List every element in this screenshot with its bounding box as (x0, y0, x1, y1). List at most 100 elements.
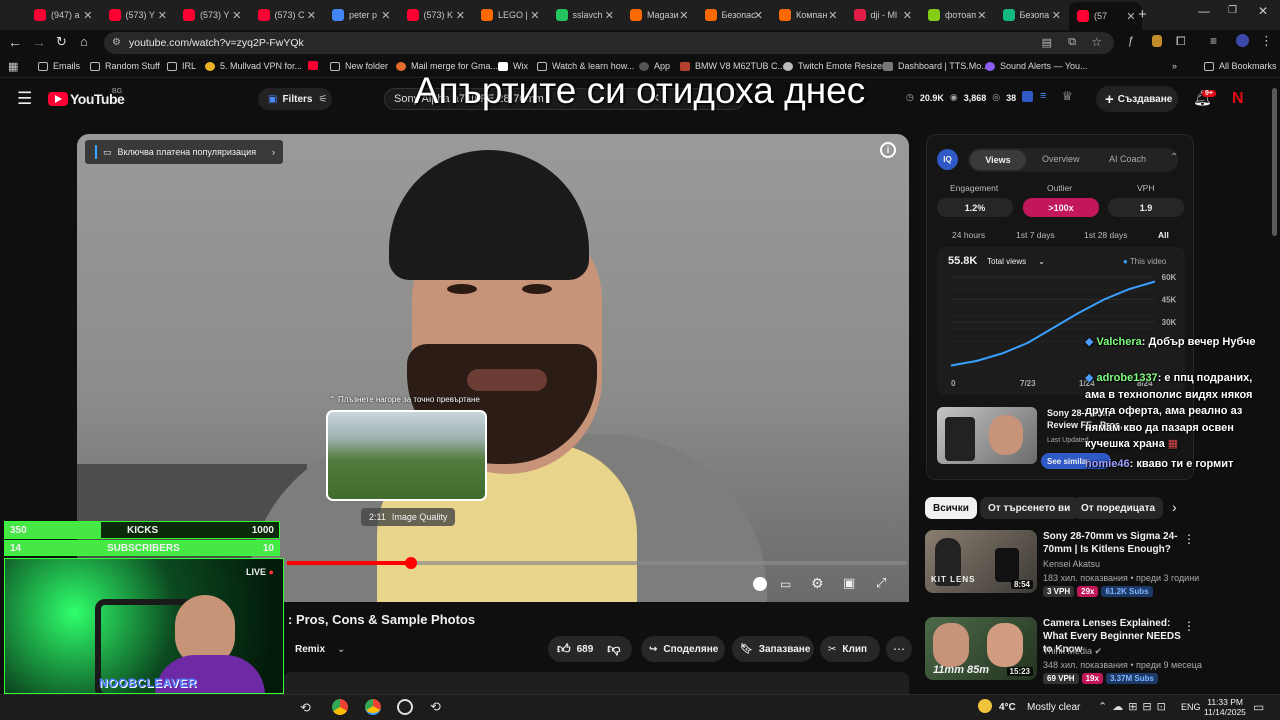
create-button[interactable]: + Създаване (1096, 86, 1178, 112)
tray-icons[interactable]: ⌃☁⊞⊟⊡ (1098, 700, 1171, 713)
vidiq-tab-views[interactable]: Views (970, 150, 1026, 170)
video-thumbnail[interactable]: 11mm 85m 15:23 (925, 617, 1037, 680)
back-icon[interactable]: ← (8, 34, 22, 50)
bookmark-all[interactable]: All Bookmarks (1204, 61, 1277, 71)
profile-avatar[interactable] (1236, 34, 1249, 47)
bookmark-irl[interactable]: IRL (167, 61, 196, 71)
reading-list-icon[interactable]: ≡ (1210, 34, 1217, 48)
tab-close-icon[interactable]: ✕ (530, 9, 539, 22)
bookmark-sound-alerts[interactable]: Sound Alerts — You... (985, 61, 1088, 71)
browser-tab[interactable]: Компан ✕ (771, 4, 844, 26)
trophy-icon[interactable]: ♕ (1062, 89, 1073, 103)
recommended-video-2[interactable]: 11mm 85m 15:23 Camera Lenses Explained: … (925, 617, 1275, 684)
filters-button[interactable]: ▣ Filters ⚟ (258, 88, 332, 110)
video-thumbnail[interactable]: KIT LENS 8:54 (925, 530, 1037, 593)
video-title[interactable]: Sony 28-70mm vs Sigma 24-70mm | Is Kitle… (1043, 530, 1183, 556)
info-icon[interactable]: i (880, 142, 896, 158)
bookmark-youtube[interactable] (308, 61, 323, 70)
description-box[interactable] (283, 672, 909, 694)
bookmark-emails[interactable]: Emails (38, 61, 80, 71)
range-24h[interactable]: 24 hours (952, 230, 985, 240)
bookmarks-overflow-icon[interactable]: » (1172, 61, 1177, 71)
progress-scrubber[interactable] (405, 557, 417, 569)
bookmark-dashboard[interactable]: Dashboard | TTS.Mo... (883, 61, 989, 71)
bookmark-random-stuff[interactable]: Random Stuff (90, 61, 160, 71)
browser-tab[interactable]: (57 ✕ (1069, 2, 1142, 30)
chip-from-search[interactable]: От търсенето ви (980, 497, 1079, 519)
install-icon[interactable]: ⧉ (1068, 36, 1076, 49)
subtitles-icon[interactable]: ▭ (780, 577, 791, 591)
page-scrollbar[interactable] (1272, 88, 1277, 236)
channel-row[interactable]: Think Media ✔ (1043, 646, 1102, 657)
notification-center-icon[interactable]: ▭ (1253, 700, 1264, 714)
recommended-video-1[interactable]: KIT LENS 8:54 Sony 28-70mm vs Sigma 24-7… (925, 530, 1275, 597)
channel-name[interactable]: Kensei Akatsu (1043, 559, 1100, 569)
chrome-active-taskbar-icon[interactable] (365, 699, 381, 715)
tab-close-icon[interactable]: ✕ (381, 9, 390, 22)
browser-tab[interactable]: peter p ✕ (324, 4, 397, 26)
save-button[interactable]: 🔖︎ Запазване (732, 636, 814, 662)
like-count[interactable]: 689 (577, 644, 594, 655)
address-bar[interactable]: ⚙ youtube.com/watch?v=zyq2P-FwYQk ▤ ⧉ ☆ (104, 32, 1114, 54)
tab-close-icon[interactable]: ✕ (456, 9, 465, 22)
tab-close-icon[interactable]: ✕ (1126, 10, 1135, 23)
more-actions-icon[interactable]: ⋯ (886, 636, 912, 662)
bookmark-mullvad[interactable]: 5. Mullvad VPN for... (205, 61, 302, 71)
new-tab-button[interactable]: + (1138, 6, 1147, 23)
tab-close-icon[interactable]: ✕ (679, 9, 688, 22)
restore-button[interactable]: ❐ (1228, 5, 1237, 16)
browser-tab[interactable]: фотоап ✕ (920, 4, 993, 26)
paid-promotion-chip[interactable]: ▭ Включва платена популяризация › (85, 140, 283, 164)
autoplay-toggle[interactable] (753, 577, 767, 591)
youtube-logo-icon[interactable] (48, 92, 68, 106)
clock-time[interactable]: 11:33 PM (1207, 697, 1243, 707)
theater-mode-icon[interactable]: ▣ (843, 575, 855, 591)
chip-from-series[interactable]: От поредицата (1073, 497, 1164, 519)
tab-close-icon[interactable]: ✕ (977, 9, 986, 22)
browser-tab[interactable]: Безопас ✕ (697, 4, 770, 26)
tab-close-icon[interactable]: ✕ (83, 9, 92, 22)
clock-date[interactable]: 11/14/2025 (1204, 707, 1246, 717)
weather-desc[interactable]: Mostly clear (1027, 702, 1080, 713)
browser-tab[interactable]: Magaзи ✕ (622, 4, 695, 26)
range-7d[interactable]: 1st 7 days (1016, 230, 1055, 240)
tab-close-icon[interactable]: ✕ (1052, 9, 1061, 22)
thumbs-down-icon[interactable]: 👎︎ (607, 641, 620, 657)
forward-icon[interactable]: → (32, 34, 46, 50)
related-video-thumbnail[interactable] (937, 407, 1037, 464)
extensions-puzzle-icon[interactable]: ⧠ (1176, 34, 1186, 49)
browser-tab[interactable]: sslavch ✕ (548, 4, 621, 26)
bookmark-new-folder[interactable]: New folder (330, 61, 388, 71)
channel-name[interactable]: Think Media (1043, 646, 1092, 656)
video-menu-icon[interactable]: ⋮ (1183, 619, 1195, 633)
clip-button[interactable]: ✂ Клип (820, 636, 880, 662)
collapse-icon[interactable]: ⌃ (1170, 152, 1178, 163)
close-window-button[interactable]: ✕ (1258, 4, 1268, 18)
tab-close-icon[interactable]: ✕ (307, 9, 316, 22)
video-menu-icon[interactable]: ⋮ (1183, 532, 1195, 546)
thumbs-up-icon[interactable]: 👍︎ (557, 641, 571, 657)
vidiq-extension-icon[interactable] (1022, 91, 1033, 102)
browser-tab[interactable]: (573) Y ✕ (175, 4, 248, 26)
kick-app-icon[interactable]: ⟲ (300, 700, 311, 716)
translate-icon[interactable]: ▤ (1042, 36, 1052, 49)
minimize-button[interactable]: — (1198, 4, 1210, 18)
fullscreen-icon[interactable]: ⤢ (876, 575, 886, 591)
vidiq-tab-ai-coach[interactable]: AI Coach (1109, 154, 1146, 164)
weather-temp[interactable]: 4°C (999, 702, 1016, 713)
kick-app-2-icon[interactable]: ⟲ (430, 699, 441, 715)
extension-f-icon[interactable]: ƒ (1128, 35, 1134, 47)
range-28d[interactable]: 1st 28 days (1084, 230, 1127, 240)
tab-close-icon[interactable]: ✕ (828, 9, 837, 22)
vidiq-tab-overview[interactable]: Overview (1042, 154, 1080, 164)
menu-kebab-icon[interactable]: ⋮ (1260, 33, 1273, 49)
tab-close-icon[interactable]: ✕ (754, 9, 763, 22)
browser-tab[interactable]: (947) a ✕ (26, 4, 99, 26)
reload-icon[interactable]: ↻ (56, 34, 67, 50)
obs-taskbar-icon[interactable] (397, 699, 413, 715)
browser-tab[interactable]: Безопа ✕ (995, 4, 1068, 26)
hamburger-menu-icon[interactable]: ☰ (17, 89, 32, 109)
chips-next-icon[interactable]: › (1172, 499, 1177, 515)
tab-close-icon[interactable]: ✕ (605, 9, 614, 22)
list-icon[interactable]: ≡ (1040, 90, 1046, 102)
